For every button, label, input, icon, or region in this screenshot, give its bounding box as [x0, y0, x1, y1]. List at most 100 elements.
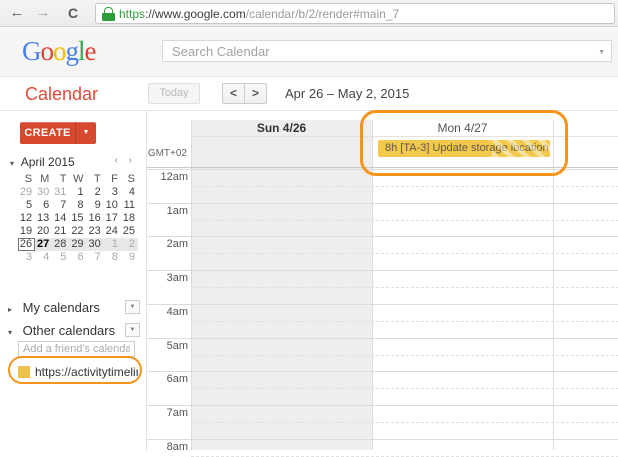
search-input[interactable]: [163, 41, 611, 61]
hour-line: [147, 169, 618, 170]
mini-calendar-weekday: F: [104, 173, 121, 186]
google-logo[interactable]: Google: [22, 36, 96, 67]
mini-calendar-day[interactable]: 15: [69, 212, 86, 225]
mini-calendar-day[interactable]: 10: [104, 199, 121, 212]
prev-week-button[interactable]: <: [222, 83, 245, 104]
mini-calendar-day[interactable]: 3: [104, 186, 121, 199]
half-hour-line: [191, 422, 618, 423]
hour-line: [147, 405, 618, 406]
mini-calendar-day[interactable]: 2: [121, 238, 138, 251]
create-caret-icon[interactable]: ▼: [75, 122, 96, 144]
mini-calendar-day[interactable]: 3: [18, 251, 35, 264]
mini-calendar-day[interactable]: 25: [121, 225, 138, 238]
mini-calendar-day[interactable]: 12: [18, 212, 35, 225]
forward-icon[interactable]: →: [32, 3, 54, 23]
other-calendars-menu-icon[interactable]: ▼: [125, 323, 140, 337]
mini-calendar-day[interactable]: 16: [87, 212, 104, 225]
mini-calendar-day[interactable]: 6: [69, 251, 86, 264]
mini-calendar-weekday: M: [35, 173, 52, 186]
mini-calendar-day[interactable]: 20: [35, 225, 52, 238]
mini-calendar-day[interactable]: 5: [52, 251, 69, 264]
other-calendars-collapse-icon[interactable]: ▾: [8, 328, 19, 337]
url-scheme: https: [119, 7, 145, 21]
mini-calendar-day[interactable]: 1: [69, 186, 86, 199]
reload-icon[interactable]: C: [62, 3, 84, 23]
mini-calendar-day[interactable]: 13: [35, 212, 52, 225]
mini-calendar-day[interactable]: 8: [104, 251, 121, 264]
mini-calendar-weekday: S: [121, 173, 138, 186]
mini-calendar-day[interactable]: 26: [18, 238, 35, 251]
hour-label: 7am: [147, 407, 188, 419]
hour-label: 1am: [147, 205, 188, 217]
my-calendars-menu-icon[interactable]: ▼: [125, 300, 140, 314]
date-range-label: Apr 26 – May 2, 2015: [285, 86, 409, 101]
search-box: ▼: [162, 40, 612, 62]
half-hour-line: [191, 355, 618, 356]
mini-calendar-prev-icon[interactable]: ‹: [115, 155, 118, 166]
mini-calendar-collapse-icon[interactable]: ▾: [10, 159, 14, 168]
mini-calendar-day[interactable]: 31: [52, 186, 69, 199]
calendar-item-label: https://activitytimeline…: [35, 365, 138, 379]
day-header-mon[interactable]: Mon 4/27: [372, 120, 553, 137]
my-calendars-collapse-icon[interactable]: ▸: [8, 305, 19, 314]
create-button[interactable]: CREATE ▼: [20, 122, 96, 144]
mini-calendar-day[interactable]: 5: [18, 199, 35, 212]
day-header-sun[interactable]: Sun 4/26: [191, 120, 372, 137]
mini-calendar-day[interactable]: 4: [35, 251, 52, 264]
hour-label: 12am: [147, 171, 188, 183]
next-week-button[interactable]: >: [244, 83, 267, 104]
half-hour-line: [191, 220, 618, 221]
mini-calendar-day[interactable]: 19: [18, 225, 35, 238]
week-grid: Sun 4/26 Mon 4/27 GMT+02 8h [TA-3] Updat…: [146, 111, 618, 450]
mini-calendar-day[interactable]: 2: [87, 186, 104, 199]
mini-calendar-day[interactable]: 4: [121, 186, 138, 199]
mini-calendar-day[interactable]: 21: [52, 225, 69, 238]
hour-label: 5am: [147, 340, 188, 352]
my-calendars-section[interactable]: ▸ My calendars ▼: [8, 300, 140, 316]
all-day-event[interactable]: 8h [TA-3] Update storage location: [378, 140, 550, 157]
mini-calendar-day[interactable]: 22: [69, 225, 86, 238]
mini-calendar-weekday: T: [87, 173, 104, 186]
mini-calendar-day[interactable]: 1: [104, 238, 121, 251]
mini-calendar-day[interactable]: 14: [52, 212, 69, 225]
https-padlock-icon: [104, 7, 113, 15]
mini-calendar-day[interactable]: 23: [87, 225, 104, 238]
mini-calendar-weekday: W: [69, 173, 86, 186]
mini-calendar-day[interactable]: 27: [35, 238, 52, 251]
mini-calendar-day[interactable]: 17: [104, 212, 121, 225]
allday-separator: [147, 167, 618, 168]
mini-calendar-day[interactable]: 6: [35, 199, 52, 212]
mini-calendar-weekday: T: [52, 173, 69, 186]
add-friend-calendar-input[interactable]: [18, 341, 135, 357]
other-calendar-list-item[interactable]: https://activitytimeline…: [18, 363, 138, 380]
half-hour-line: [191, 388, 618, 389]
hour-label: 2am: [147, 238, 188, 250]
other-calendars-section[interactable]: ▾ Other calendars ▼: [8, 323, 140, 339]
mini-calendar-day[interactable]: 7: [52, 199, 69, 212]
half-hour-line: [191, 287, 618, 288]
mini-calendar-day[interactable]: 28: [52, 238, 69, 251]
mini-calendar-next-icon[interactable]: ›: [129, 155, 132, 166]
mini-calendar-day[interactable]: 29: [18, 186, 35, 199]
search-options-caret-icon[interactable]: ▼: [598, 49, 605, 56]
hour-label: 3am: [147, 272, 188, 284]
mini-calendar-day[interactable]: 9: [121, 251, 138, 264]
mini-calendar-day[interactable]: 8: [69, 199, 86, 212]
mini-calendar-day[interactable]: 7: [87, 251, 104, 264]
mini-calendar-day[interactable]: 30: [35, 186, 52, 199]
mini-calendar-title: April 2015: [21, 155, 75, 169]
mini-calendar-day[interactable]: 9: [87, 199, 104, 212]
half-hour-line: [191, 321, 618, 322]
address-bar[interactable]: https://www.google.com/calendar/b/2/rend…: [95, 3, 615, 24]
mini-calendar-day[interactable]: 29: [69, 238, 86, 251]
today-button[interactable]: Today: [148, 83, 200, 104]
hour-line: [147, 439, 618, 440]
back-icon[interactable]: ←: [6, 3, 28, 23]
hour-label: 6am: [147, 373, 188, 385]
mini-calendar-day[interactable]: 24: [104, 225, 121, 238]
page-title: Calendar: [25, 84, 98, 105]
half-hour-line: [191, 456, 618, 457]
mini-calendar-day[interactable]: 18: [121, 212, 138, 225]
mini-calendar-day[interactable]: 30: [87, 238, 104, 251]
mini-calendar-day[interactable]: 11: [121, 199, 138, 212]
